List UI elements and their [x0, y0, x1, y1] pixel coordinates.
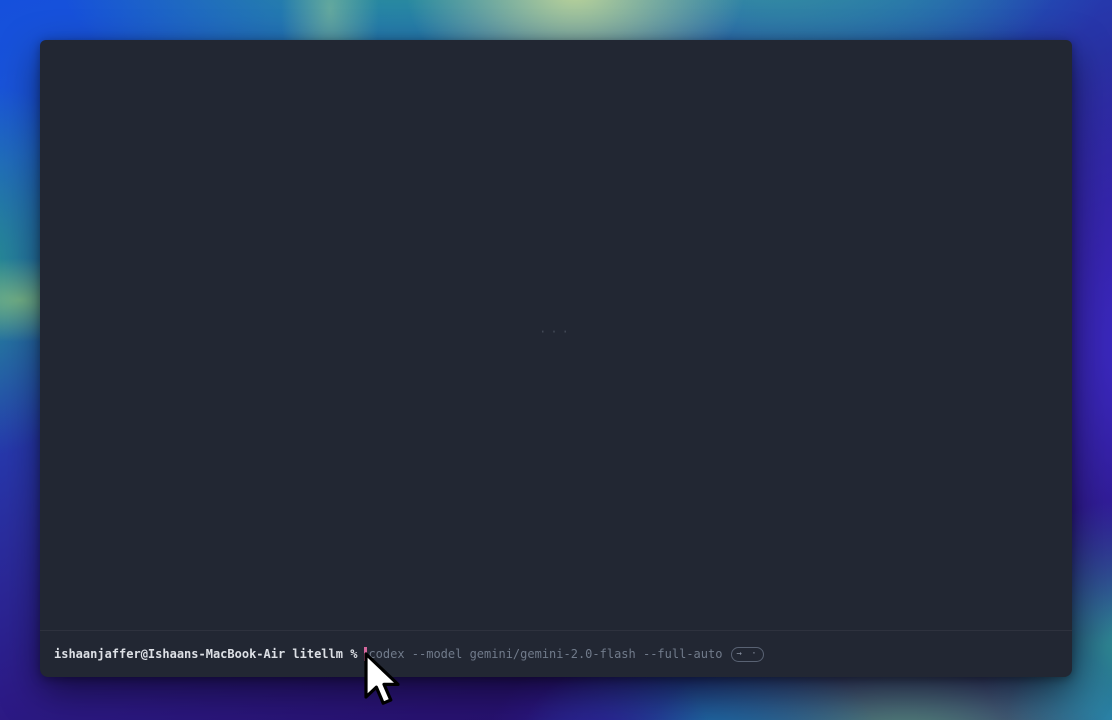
terminal-window[interactable]: ··· ishaanjaffer@Ishaans-MacBook-Air lit…	[40, 40, 1072, 677]
terminal-loading-indicator: ···	[539, 325, 573, 339]
accept-suggestion-key-hint: → ·	[731, 647, 763, 662]
terminal-prompt-line[interactable]: ishaanjaffer@Ishaans-MacBook-Air litellm…	[40, 631, 1072, 677]
text-caret	[364, 647, 367, 661]
command-autosuggestion: codex --model gemini/gemini-2.0-flash --…	[368, 646, 722, 662]
shell-prompt: ishaanjaffer@Ishaans-MacBook-Air litellm…	[54, 646, 357, 662]
